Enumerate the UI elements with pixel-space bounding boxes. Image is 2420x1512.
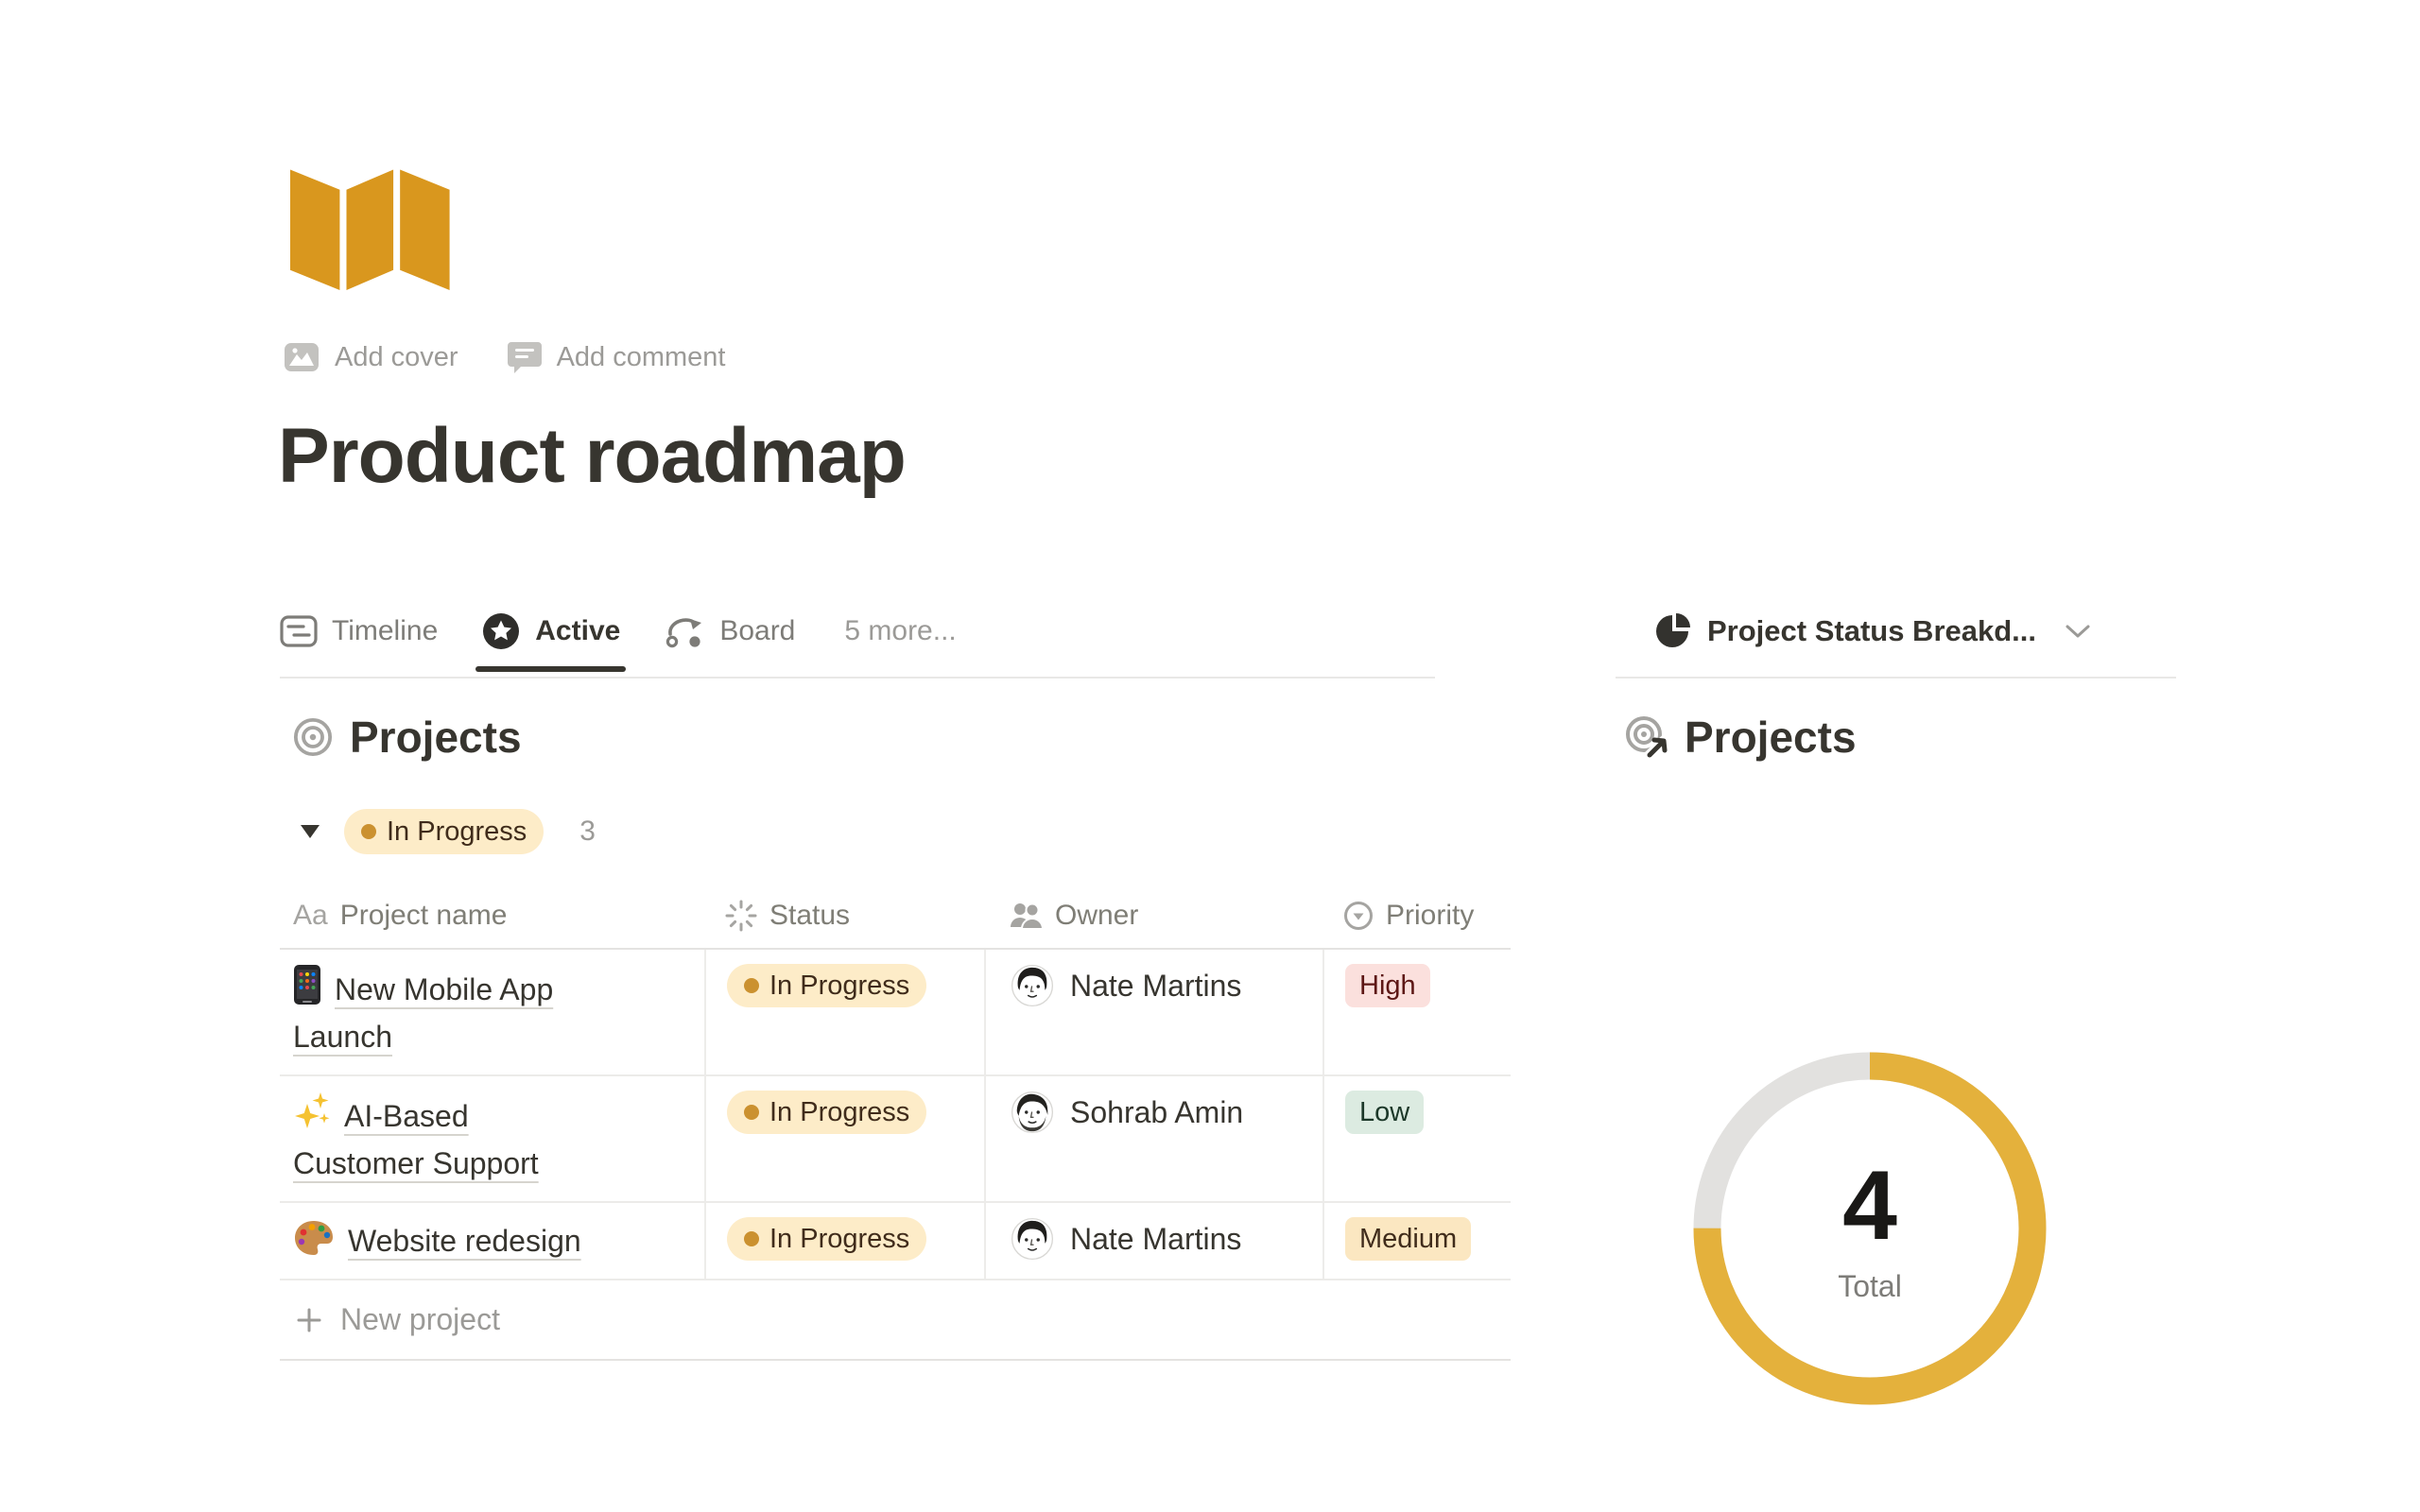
people-icon <box>1009 901 1043 931</box>
avatar <box>1011 964 1054 1007</box>
project-name-cell[interactable]: AI-Based Customer Support <box>280 1076 704 1201</box>
add-comment-label: Add comment <box>557 342 726 373</box>
priority-cell: Low <box>1322 1076 1511 1201</box>
tab-active[interactable]: Active <box>481 611 620 651</box>
project-name-cell[interactable]: New Mobile App Launch <box>280 950 704 1074</box>
tabs-divider-right <box>1616 677 2176 679</box>
notion-page: Add cover Add comment Product roadmap <box>0 0 2420 1512</box>
column-header-status[interactable]: Status <box>704 883 984 948</box>
owner-cell[interactable]: Sohrab Amin <box>984 1076 1322 1201</box>
group-header-in-progress: In Progress 3 <box>301 809 596 854</box>
avatar <box>1011 1217 1054 1261</box>
priority-pill[interactable]: High <box>1345 964 1430 1007</box>
add-comment-button[interactable]: Add comment <box>508 341 726 373</box>
table-row: AI-Based Customer Support In Progress <box>280 1076 1511 1203</box>
add-cover-label: Add cover <box>335 342 458 373</box>
project-name-link[interactable]: New Mobile App Launch <box>293 972 553 1054</box>
donut-total-value: 4 <box>1842 1155 1897 1258</box>
chevron-down-icon[interactable] <box>2065 623 2091 640</box>
view-tabs: Timeline Active Board 5 more. <box>280 605 957 658</box>
column-header-priority[interactable]: Priority <box>1322 883 1511 948</box>
projects-linked-heading: Projects <box>1624 711 1857 764</box>
donut-center-text: 4 Total <box>1681 1040 2059 1418</box>
group-status-label: In Progress <box>387 816 527 848</box>
image-icon <box>284 342 320 372</box>
group-count: 3 <box>579 816 596 848</box>
sparkles-icon <box>293 1091 331 1132</box>
owner-name: Nate Martins <box>1070 964 1241 1007</box>
target-icon <box>293 717 333 757</box>
projects-table: Aa Project name Status <box>280 883 1511 1361</box>
column-label: Status <box>769 900 850 932</box>
status-dot <box>744 1231 759 1246</box>
column-label: Owner <box>1055 900 1138 932</box>
star-circle-icon <box>481 611 521 651</box>
status-label: In Progress <box>769 1224 909 1255</box>
owner-cell[interactable]: Nate Martins <box>984 950 1322 1074</box>
palette-icon <box>293 1219 335 1257</box>
priority-icon <box>1343 901 1374 931</box>
phone-icon <box>293 964 321 1005</box>
target-arrow-icon <box>1624 713 1671 762</box>
new-project-button[interactable]: New project <box>280 1280 1511 1361</box>
page-meta-actions: Add cover Add comment <box>284 336 726 378</box>
owner-cell[interactable]: Nate Martins <box>984 1203 1322 1279</box>
status-dot <box>361 824 376 839</box>
status-spinner-icon <box>725 900 757 932</box>
tabs-more-button[interactable]: 5 more... <box>844 615 956 647</box>
group-toggle-icon[interactable] <box>301 825 320 838</box>
tab-timeline[interactable]: Timeline <box>280 614 438 648</box>
right-view-title: Project Status Breakd... <box>1707 614 2036 648</box>
status-cell: In Progress <box>704 1203 984 1279</box>
new-project-label: New project <box>340 1302 500 1337</box>
projects-heading-label: Projects <box>350 712 522 763</box>
group-status-pill[interactable]: In Progress <box>344 809 544 854</box>
comment-icon <box>508 341 542 373</box>
add-cover-button[interactable]: Add cover <box>284 342 458 373</box>
table-row: New Mobile App Launch In Progress <box>280 950 1511 1076</box>
text-icon: Aa <box>293 900 328 932</box>
column-header-owner[interactable]: Owner <box>984 883 1322 948</box>
status-label: In Progress <box>769 971 909 1002</box>
board-icon <box>664 611 705 651</box>
tab-label: Active <box>535 615 620 647</box>
owner-name: Nate Martins <box>1070 1217 1241 1261</box>
tab-board[interactable]: Board <box>664 611 795 651</box>
donut-total-label: Total <box>1838 1269 1902 1304</box>
priority-cell: Medium <box>1322 1203 1511 1279</box>
status-cell: In Progress <box>704 1076 984 1201</box>
tabs-divider-left <box>280 677 1435 679</box>
plus-icon <box>295 1306 323 1334</box>
priority-pill[interactable]: Medium <box>1345 1217 1471 1261</box>
status-pill[interactable]: In Progress <box>727 964 926 1007</box>
table-header-row: Aa Project name Status <box>280 883 1511 950</box>
owner-name: Sohrab Amin <box>1070 1091 1243 1134</box>
priority-cell: High <box>1322 950 1511 1074</box>
project-name-link[interactable]: Website redesign <box>348 1224 581 1258</box>
status-dot <box>744 1105 759 1120</box>
tab-label: Timeline <box>332 615 438 647</box>
column-label: Priority <box>1386 900 1474 932</box>
status-pill[interactable]: In Progress <box>727 1217 926 1261</box>
priority-pill[interactable]: Low <box>1345 1091 1424 1134</box>
projects-section-heading: Projects <box>293 711 522 764</box>
avatar <box>1011 1091 1054 1134</box>
pie-chart-icon <box>1654 612 1692 650</box>
status-cell: In Progress <box>704 950 984 1074</box>
page-icon-map[interactable] <box>290 159 451 293</box>
tab-label: Board <box>719 615 795 647</box>
column-header-project-name[interactable]: Aa Project name <box>280 883 704 948</box>
map-icon <box>290 159 451 293</box>
column-label: Project name <box>340 900 508 932</box>
status-pill[interactable]: In Progress <box>727 1091 926 1134</box>
status-dot <box>744 978 759 993</box>
table-row: Website redesign In Progress <box>280 1203 1511 1280</box>
status-label: In Progress <box>769 1097 909 1128</box>
project-name-cell[interactable]: Website redesign <box>280 1203 704 1279</box>
timeline-icon <box>280 614 318 648</box>
projects-heading-label: Projects <box>1685 712 1857 763</box>
page-title[interactable]: Product roadmap <box>278 412 906 501</box>
right-view-selector[interactable]: Project Status Breakd... <box>1654 605 2091 658</box>
